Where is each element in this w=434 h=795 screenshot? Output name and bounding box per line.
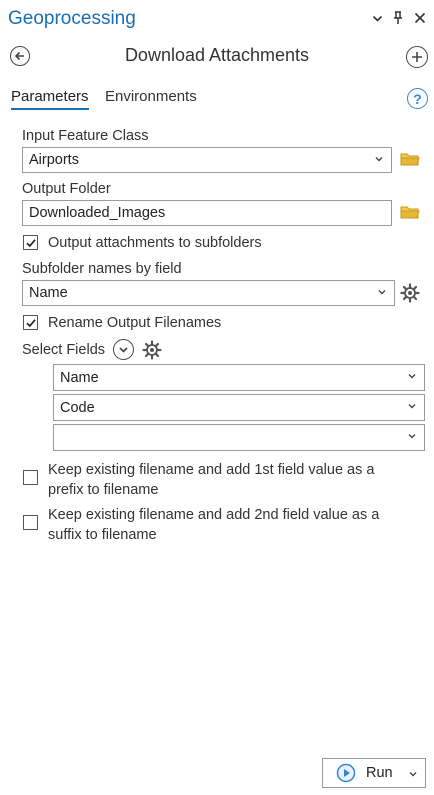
subfolder-names-select[interactable]: Name <box>22 280 395 306</box>
select-fields-label: Select Fields <box>22 342 106 358</box>
output-folder-value: Downloaded_Images <box>29 205 166 221</box>
chevron-down-icon <box>408 374 416 379</box>
subfolder-names-label: Subfolder names by field <box>22 261 182 277</box>
subfolder-names-value: Name <box>29 285 68 301</box>
gear-icon[interactable] <box>142 340 162 364</box>
pane-title: Geoprocessing <box>8 8 136 29</box>
play-icon <box>336 763 356 783</box>
tool-title: Download Attachments <box>124 45 310 65</box>
prefix-option-label: Keep existing filename and add 1st field… <box>48 460 374 500</box>
run-label: Run <box>366 765 393 781</box>
pin-icon[interactable] <box>390 9 406 27</box>
suffix-option-checkbox[interactable] <box>23 515 38 530</box>
select-field-3[interactable] <box>53 424 425 451</box>
checkmark-icon <box>25 238 36 247</box>
chevron-down-icon <box>378 290 386 295</box>
expand-fields-icon[interactable] <box>113 339 134 360</box>
help-icon[interactable]: ? <box>407 88 428 109</box>
chevron-down-icon <box>408 434 416 439</box>
chevron-down-icon <box>408 404 416 409</box>
output-folder-field[interactable]: Downloaded_Images <box>22 200 392 226</box>
prefix-option-line2: prefix to filename <box>48 482 159 498</box>
output-to-subfolders-checkbox[interactable] <box>23 235 38 250</box>
browse-folder-icon[interactable] <box>400 204 420 224</box>
tab-parameters[interactable]: Parameters <box>11 88 89 110</box>
select-field-1[interactable]: Name <box>53 364 425 391</box>
input-feature-class-value: Airports <box>29 152 79 168</box>
browse-folder-icon[interactable] <box>400 151 420 171</box>
output-folder-label: Output Folder <box>22 181 111 197</box>
suffix-option-line2: suffix to filename <box>48 527 157 543</box>
input-feature-class-label: Input Feature Class <box>22 128 149 144</box>
select-field-2-value: Code <box>60 399 95 416</box>
add-icon[interactable] <box>406 46 428 68</box>
input-feature-class-select[interactable]: Airports <box>22 147 392 173</box>
chevron-down-icon <box>375 157 383 162</box>
select-field-2[interactable]: Code <box>53 394 425 421</box>
run-button[interactable]: Run <box>322 758 426 788</box>
rename-output-label: Rename Output Filenames <box>48 315 222 331</box>
suffix-option-label: Keep existing filename and add 2nd field… <box>48 505 379 545</box>
tab-environments[interactable]: Environments <box>105 88 197 105</box>
select-field-1-value: Name <box>60 369 99 386</box>
prefix-option-checkbox[interactable] <box>23 470 38 485</box>
chevron-down-icon[interactable] <box>408 769 418 779</box>
close-icon[interactable] <box>412 9 428 27</box>
rename-output-checkbox[interactable] <box>23 315 38 330</box>
checkmark-icon <box>25 318 36 327</box>
gear-icon[interactable] <box>400 283 420 307</box>
output-to-subfolders-label: Output attachments to subfolders <box>48 235 262 251</box>
suffix-option-line1: Keep existing filename and add 2nd field… <box>48 507 380 523</box>
chevron-down-icon[interactable] <box>369 9 385 27</box>
prefix-option-line1: Keep existing filename and add 1st field… <box>48 462 375 478</box>
